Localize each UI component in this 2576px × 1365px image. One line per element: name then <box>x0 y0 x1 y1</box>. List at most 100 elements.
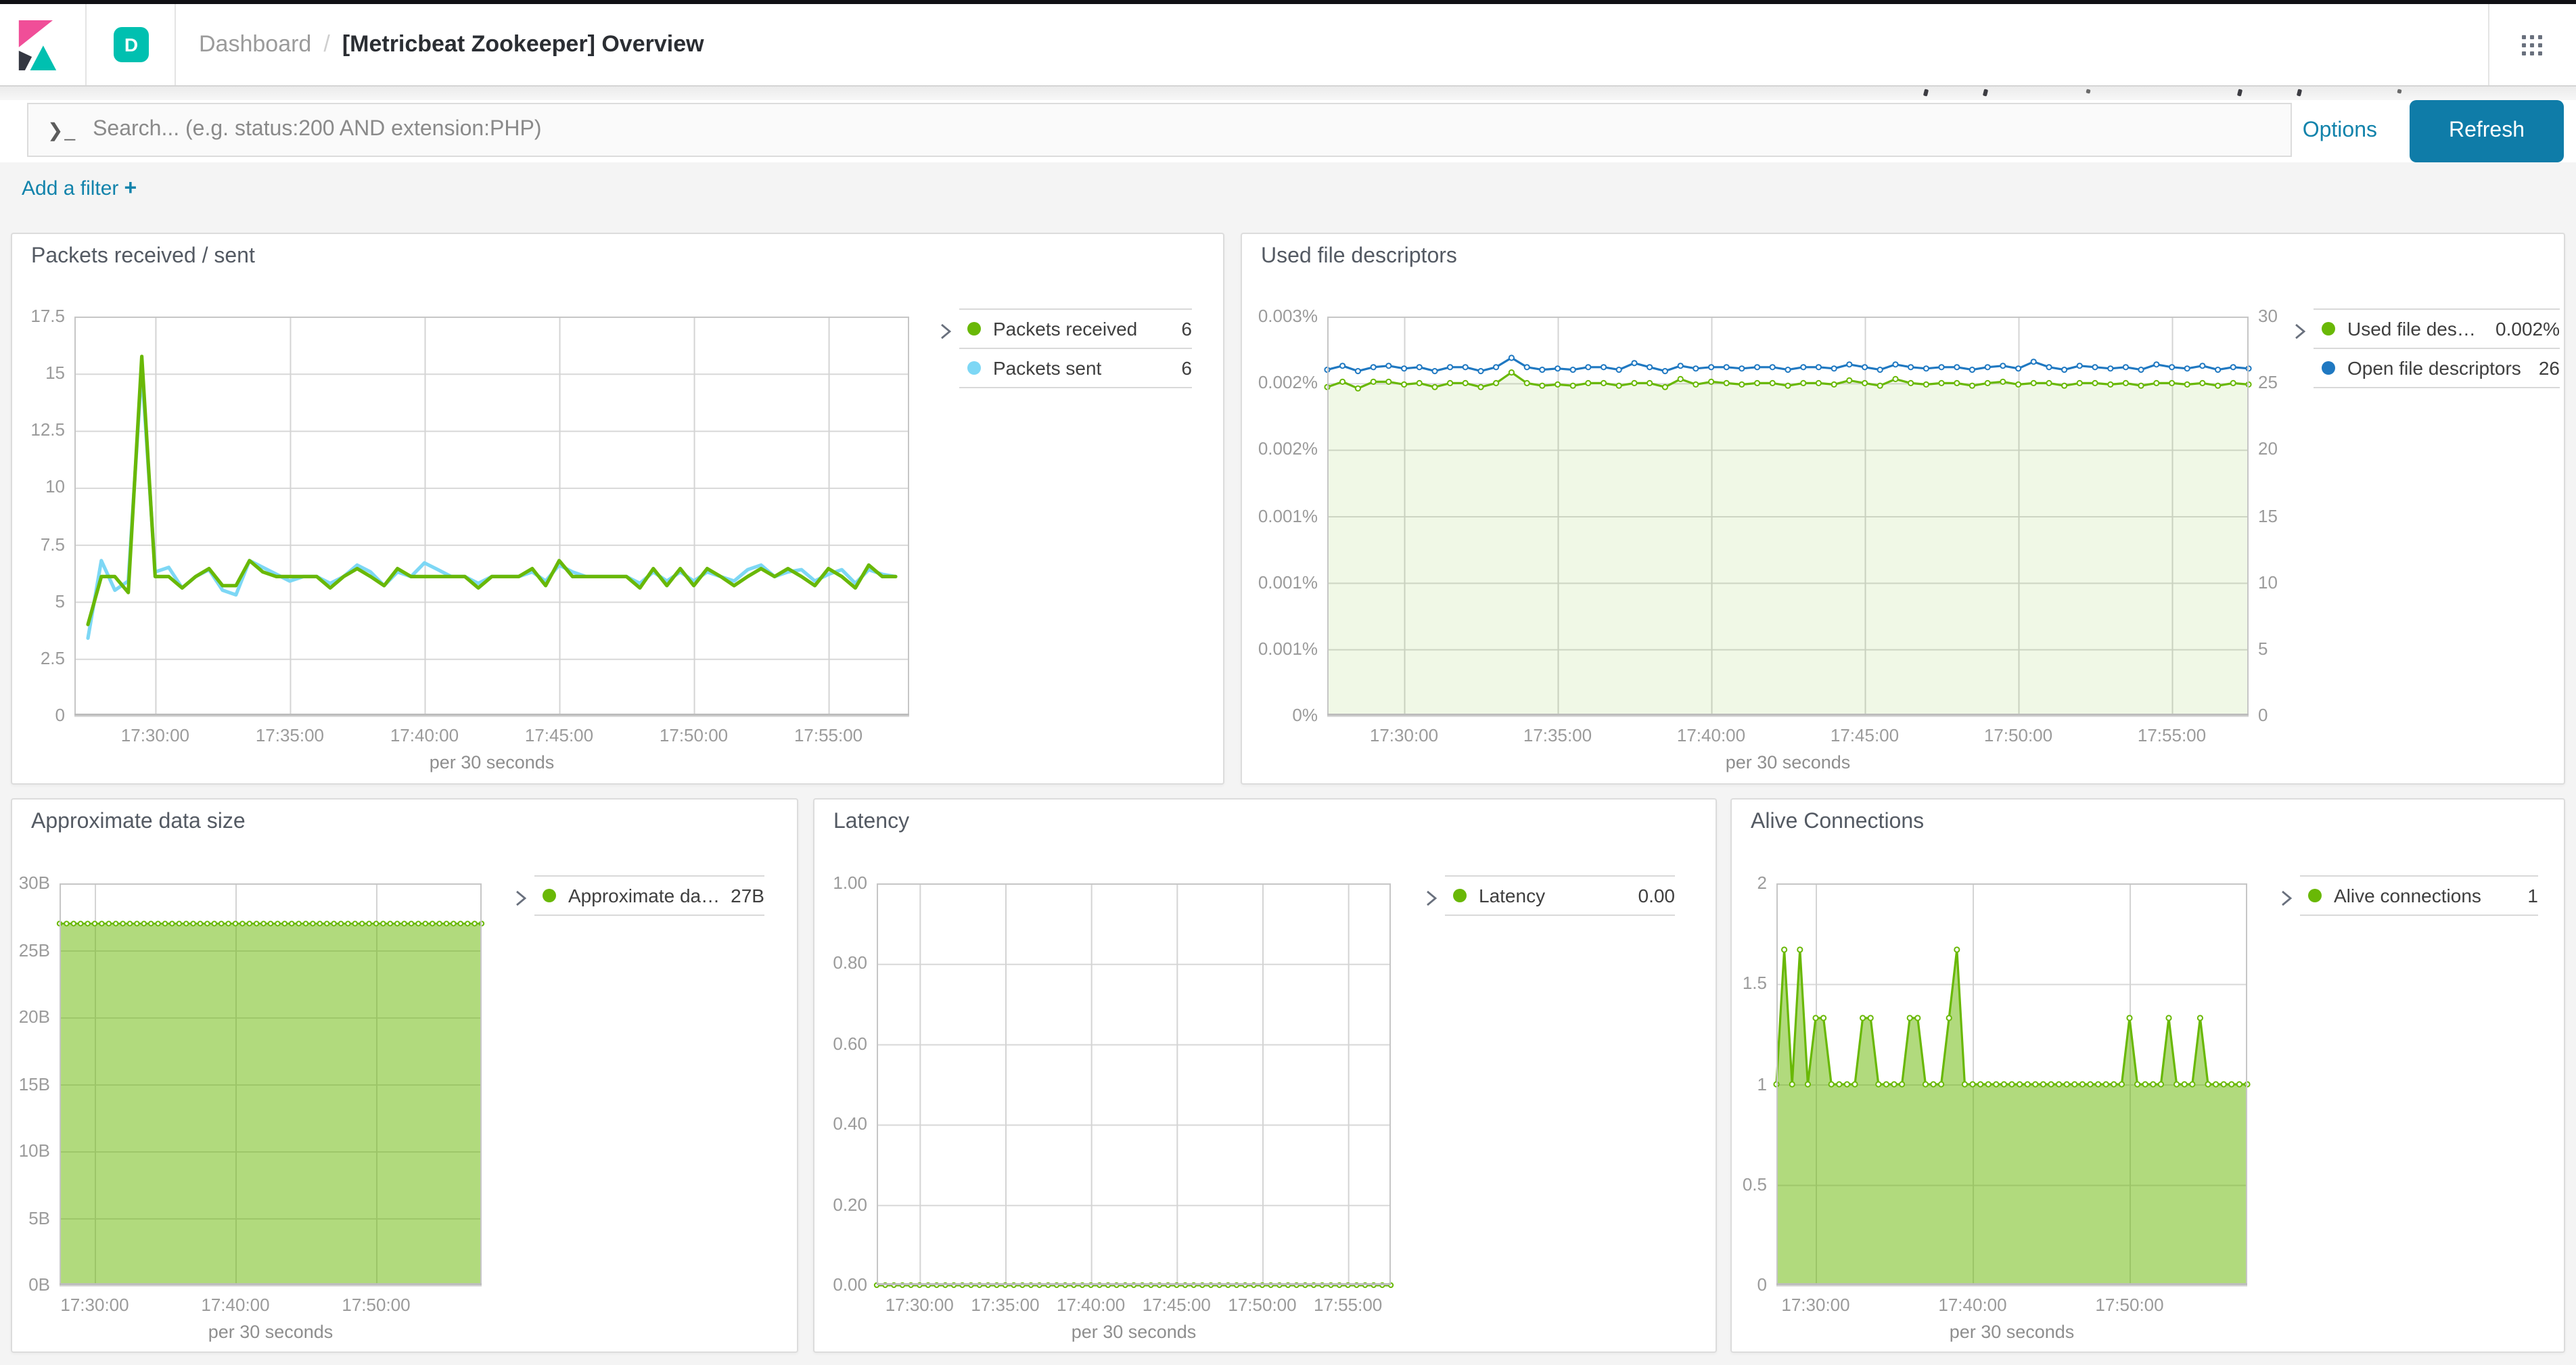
legend-expand-chevron[interactable] <box>2289 319 2311 344</box>
app-header: D Dashboard / [Metricbeat Zookeeper] Ove… <box>0 4 2576 87</box>
y-axis-tick: 2 <box>1732 873 1767 894</box>
series-color-dot <box>967 322 981 336</box>
x-axis-tick: 17:50:00 <box>315 1295 437 1316</box>
legend-label: Latency <box>1479 885 1545 906</box>
y-axis-tick: 12.5 <box>12 420 65 442</box>
x-axis-tick: 17:50:00 <box>633 725 755 747</box>
apps-grid-icon[interactable] <box>2522 34 2542 55</box>
y-axis-tick: 0 <box>1732 1274 1767 1296</box>
y-axis-tick: 0B <box>12 1274 50 1296</box>
legend-expand-chevron[interactable] <box>935 319 957 344</box>
x-axis-caption: per 30 seconds <box>1327 752 2249 772</box>
header-divider <box>85 4 87 85</box>
x-axis-tick: 17:40:00 <box>1651 725 1772 747</box>
x-axis-tick: 17:55:00 <box>1287 1295 1409 1316</box>
space-badge[interactable]: D <box>114 27 149 62</box>
legend-label: Alive connections <box>2334 885 2481 906</box>
y-axis-tick: 0.00 <box>814 1274 867 1296</box>
y-axis-tick: 0.20 <box>814 1194 867 1216</box>
options-link[interactable]: Options <box>2303 100 2377 162</box>
y-axis-tick-right: 25 <box>2258 372 2299 394</box>
y-axis-tick: 0.001% <box>1242 505 1318 527</box>
panel-approximate-data-size: Approximate data size 30B25B20B15B10B5B0… <box>11 798 798 1353</box>
kibana-dashboard-app: D Dashboard / [Metricbeat Zookeeper] Ove… <box>0 0 2576 1365</box>
y-axis-tick-right: 10 <box>2258 572 2299 593</box>
legend-row[interactable]: Approximate data ... 27B <box>534 875 764 915</box>
x-axis-tick: 17:35:00 <box>229 725 350 747</box>
query-prompt-icon: ❯_ <box>47 118 76 141</box>
legend-value: 26 <box>2528 357 2560 379</box>
x-axis-tick: 17:40:00 <box>363 725 485 747</box>
header-right <box>2488 4 2576 85</box>
clipped-text-fragment <box>2397 89 2401 93</box>
y-axis-tick: 15B <box>12 1073 50 1095</box>
legend-label: Open file descriptors <box>2347 357 2521 379</box>
chevron-right-icon <box>1423 889 1440 908</box>
chart-legend: Used file descri... 0.002% Open file des… <box>2314 308 2560 388</box>
y-axis-tick: 0% <box>1242 705 1318 726</box>
chevron-right-icon <box>938 322 954 341</box>
clipped-text-fragment <box>1923 89 1929 96</box>
y-axis-tick-right: 0 <box>2258 705 2299 726</box>
add-filter-link[interactable]: Add a filter+ <box>22 177 137 202</box>
search-input[interactable] <box>90 116 2291 143</box>
y-axis-tick: 1.00 <box>814 873 867 894</box>
chevron-right-icon <box>513 889 529 908</box>
y-axis-tick: 20B <box>12 1007 50 1028</box>
y-axis-tick: 0.002% <box>1242 439 1318 461</box>
legend-row[interactable]: Alive connections 1 <box>2300 875 2538 915</box>
series-color-dot <box>1453 889 1467 902</box>
breadcrumb: Dashboard / [Metricbeat Zookeeper] Overv… <box>199 31 704 58</box>
legend-expand-chevron[interactable] <box>1421 886 1442 910</box>
legend-value: 1 <box>2516 885 2538 906</box>
legend-row[interactable]: Used file descri... 0.002% <box>2314 308 2560 348</box>
legend-label: Approximate data ... <box>568 885 720 906</box>
x-axis-tick: 17:30:00 <box>1343 725 1465 747</box>
panel-alive-connections: Alive Connections 21.510.5017:30:0017:40… <box>1730 798 2565 1353</box>
chevron-right-icon <box>2278 889 2295 908</box>
query-bar: ❯_ Options Refresh <box>0 100 2576 162</box>
page-title: [Metricbeat Zookeeper] Overview <box>342 31 704 58</box>
y-axis-tick: 0 <box>12 705 65 726</box>
legend-expand-chevron[interactable] <box>2276 886 2297 910</box>
clipped-toolbar-strip <box>0 87 2576 100</box>
y-axis-tick: 2.5 <box>12 648 65 670</box>
header-divider <box>2488 4 2489 85</box>
y-axis-tick: 0.5 <box>1732 1174 1767 1196</box>
legend-row[interactable]: Open file descriptors 26 <box>2314 348 2560 387</box>
chart-legend: Packets received 6 Packets sent 6 <box>959 308 1192 388</box>
search-input-wrapper[interactable]: ❯_ <box>27 103 2292 157</box>
legend-row[interactable]: Packets received 6 <box>959 308 1192 348</box>
legend-value: 0.002% <box>2485 318 2560 340</box>
x-axis-tick: 17:30:00 <box>34 1295 156 1316</box>
series-color-dot <box>2322 361 2335 375</box>
series-color-dot <box>2322 322 2335 336</box>
x-axis-tick: 17:40:00 <box>1912 1295 2033 1316</box>
x-axis-tick: 17:50:00 <box>2069 1295 2190 1316</box>
legend-value: 6 <box>1170 357 1192 379</box>
legend-row[interactable]: Packets sent 6 <box>959 348 1192 387</box>
chart-legend: Alive connections 1 <box>2300 875 2538 916</box>
y-axis-tick: 5B <box>12 1207 50 1229</box>
y-axis-tick: 1 <box>1732 1073 1767 1095</box>
legend-value: 27B <box>720 885 764 906</box>
refresh-button[interactable]: Refresh <box>2410 100 2564 162</box>
panel-packets-received-sent: Packets received / sent 17.51512.5107.55… <box>11 233 1224 785</box>
x-axis-tick: 17:55:00 <box>2111 725 2233 747</box>
legend-row[interactable]: Latency 0.00 <box>1445 875 1675 915</box>
x-axis-tick: 17:45:00 <box>499 725 620 747</box>
x-axis-tick: 17:30:00 <box>1755 1295 1877 1316</box>
legend-label: Packets sent <box>993 357 1101 379</box>
y-axis-tick: 0.80 <box>814 953 867 975</box>
series-color-dot <box>2308 889 2322 902</box>
panel-used-file-descriptors: Used file descriptors 0.003%0.002%0.002%… <box>1241 233 2565 785</box>
chart-legend: Approximate data ... 27B <box>534 875 764 916</box>
chart-plot-svg <box>877 883 1391 1285</box>
breadcrumb-dashboard-link[interactable]: Dashboard <box>199 31 311 58</box>
legend-expand-chevron[interactable] <box>510 886 532 910</box>
chart-plot-svg <box>1327 317 2249 716</box>
legend-value: 0.00 <box>1628 885 1676 906</box>
panel-latency: Latency 1.000.800.600.400.200.0017:30:00… <box>813 798 1717 1353</box>
chart-legend: Latency 0.00 <box>1445 875 1675 916</box>
kibana-logo[interactable] <box>18 20 64 70</box>
